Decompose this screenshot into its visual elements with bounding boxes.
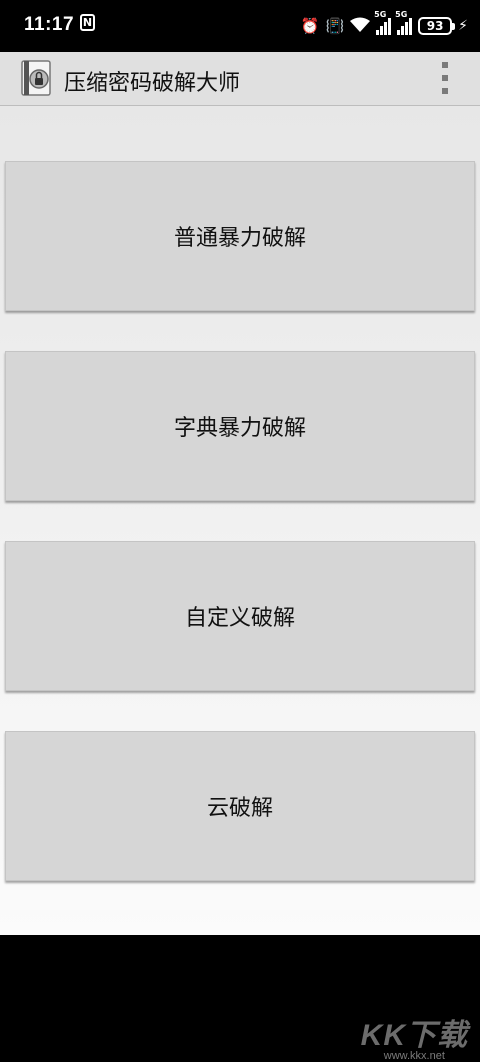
network-type-label: 5G xyxy=(374,10,387,19)
overflow-menu-icon[interactable] xyxy=(440,62,450,94)
status-time: 11:17 xyxy=(24,14,75,35)
watermark-url: www.kkx.net xyxy=(383,1050,445,1062)
status-icons: ⏰ 📳 5G 5G 93 ⚡ xyxy=(300,10,468,39)
watermark: KK下载 www.kkx.net xyxy=(361,1010,468,1062)
battery-icon: 93 xyxy=(418,17,456,35)
main-content: 普通暴力破解 字典暴力破解 自定义破解 云破解 xyxy=(0,106,480,935)
vibrate-icon: 📳 xyxy=(325,16,345,35)
signal-strength-icon: 5G xyxy=(374,10,392,35)
status-bar: 11:17 N ⏰ 📳 5G 5G 93 ⚡ xyxy=(0,0,480,52)
normal-brute-force-button[interactable]: 普通暴力破解 xyxy=(5,161,475,311)
zip-lock-icon xyxy=(18,59,54,97)
nfc-icon: N xyxy=(80,14,95,31)
watermark-brand: KK下载 xyxy=(360,1019,468,1052)
bolt-icon: ⚡ xyxy=(458,18,468,34)
cloud-crack-button[interactable]: 云破解 xyxy=(5,731,475,881)
app-bar: 压缩密码破解大师 xyxy=(0,52,480,106)
dictionary-brute-force-button[interactable]: 字典暴力破解 xyxy=(5,351,475,501)
signal-strength-icon: 5G xyxy=(395,10,413,35)
custom-crack-button[interactable]: 自定义破解 xyxy=(5,541,475,691)
app-title: 压缩密码破解大师 xyxy=(64,71,241,96)
alarm-clock-icon: ⏰ xyxy=(300,16,320,35)
network-type-label: 5G xyxy=(395,10,408,19)
wifi-icon xyxy=(350,17,371,36)
